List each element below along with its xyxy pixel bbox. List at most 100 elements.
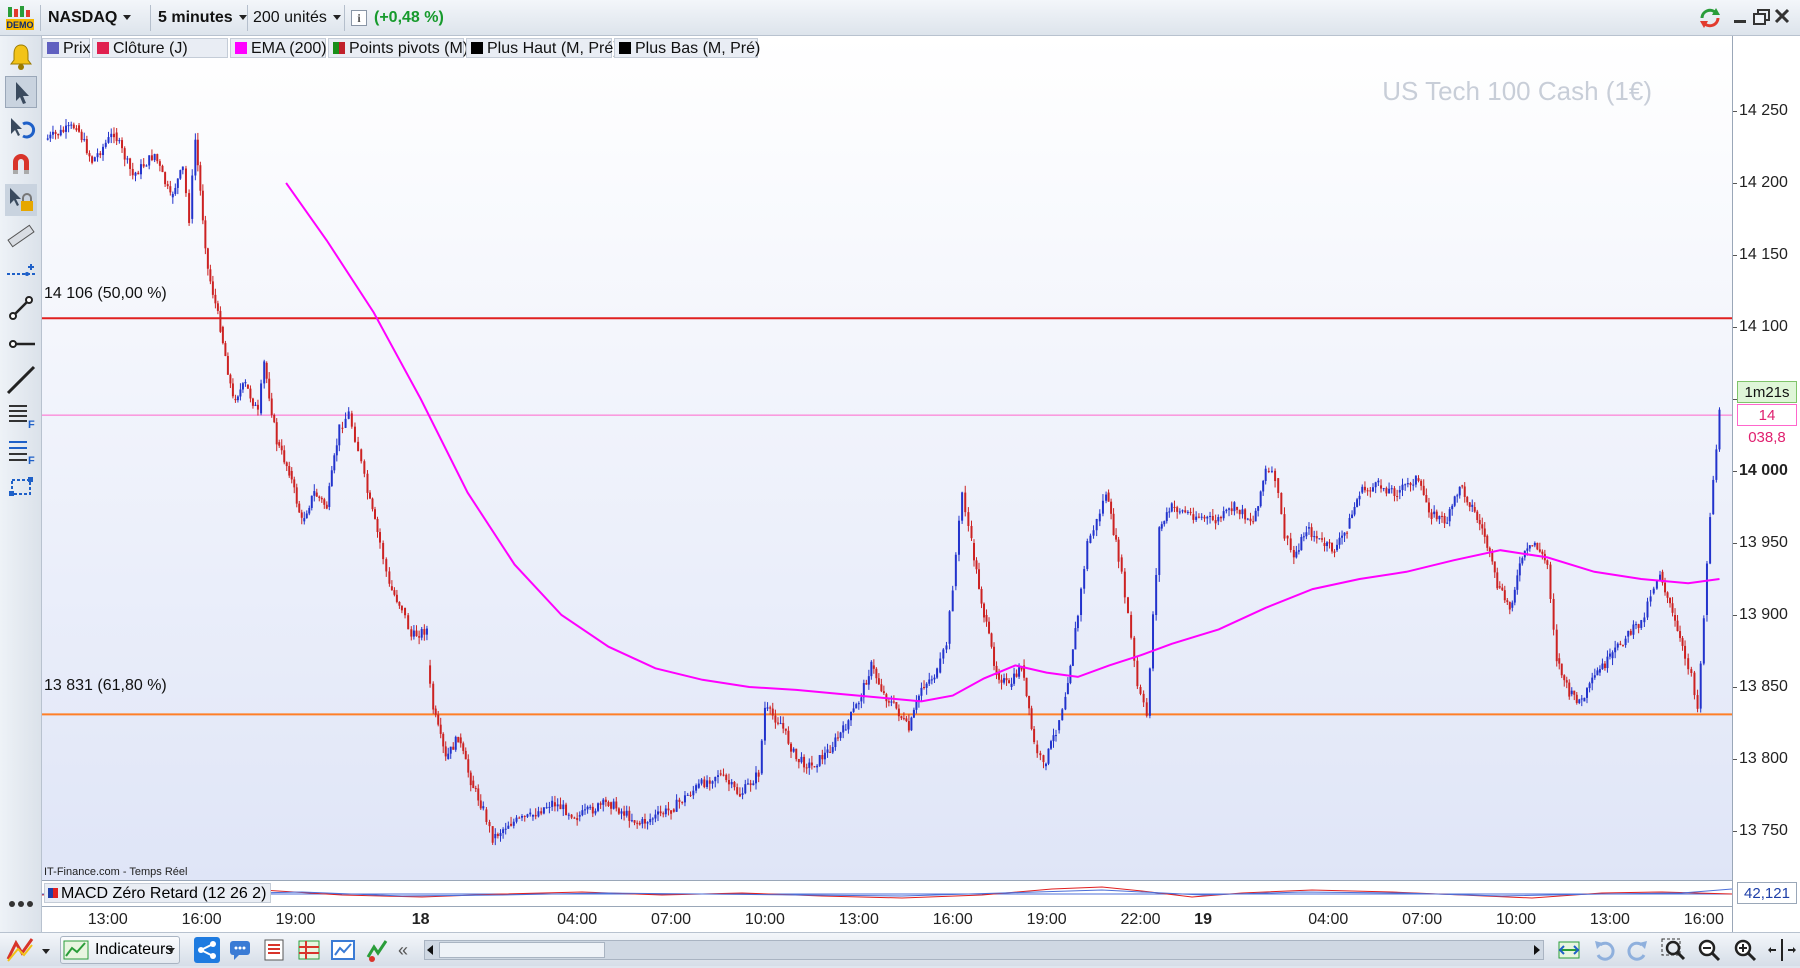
candle-body: [617, 808, 620, 814]
candle-body: [158, 161, 161, 166]
symbol-select[interactable]: NASDAQ: [48, 6, 132, 30]
legend-item-pivots[interactable]: Points pivots (M): [328, 38, 468, 58]
chevron-down-icon: [332, 15, 341, 21]
ray-tool-icon[interactable]: [5, 328, 37, 360]
price-tick-mark: [1733, 542, 1737, 544]
candle-body: [675, 799, 678, 812]
share-icon[interactable]: [194, 937, 220, 963]
trendline-tool-icon[interactable]: [5, 364, 37, 396]
chevron-down-icon[interactable]: [42, 949, 50, 954]
chat-icon[interactable]: [228, 937, 254, 963]
candle-body: [1049, 741, 1052, 749]
candle-body: [93, 157, 96, 162]
fibonacci-extension-icon[interactable]: F: [5, 436, 37, 468]
rectangle-tool-icon[interactable]: [5, 472, 37, 504]
candle-body: [1343, 532, 1346, 536]
zoom-out-icon[interactable]: [1696, 937, 1724, 963]
candle-body: [591, 806, 594, 814]
candle-body: [651, 818, 654, 820]
legend-item-month-high[interactable]: Plus Haut (M, Pré): [466, 38, 619, 58]
time-axis[interactable]: 13:00 16:00 19:00 18 04:00 07:00 10:00 13:00 16:…: [42, 906, 1732, 932]
backtest-icon[interactable]: [364, 937, 390, 963]
horizontal-line-tool-icon[interactable]: [5, 256, 37, 288]
lock-cursor-icon[interactable]: [5, 184, 37, 216]
candle-body: [1030, 708, 1033, 729]
more-tools-icon[interactable]: [5, 892, 37, 916]
units-select[interactable]: 200 unités: [253, 6, 341, 30]
candle-body: [507, 825, 510, 829]
time-scrollbar[interactable]: [424, 940, 1544, 960]
magnet-icon[interactable]: [5, 148, 37, 180]
legend-swatch: [333, 42, 345, 54]
candle-body: [1451, 505, 1454, 510]
scroll-left-icon[interactable]: [427, 945, 433, 955]
info-icon[interactable]: i: [351, 10, 367, 26]
legend-item-price[interactable]: Prix: [42, 38, 91, 58]
fit-chart-icon[interactable]: [1556, 937, 1582, 963]
timeframe-select[interactable]: 5 minutes: [158, 6, 247, 30]
candle-body: [1323, 542, 1326, 547]
split-view-icon[interactable]: [1768, 937, 1796, 963]
time-tick-label: 19:00: [275, 911, 316, 928]
candle-body: [1033, 728, 1036, 743]
price-chart-plot[interactable]: [42, 36, 1732, 880]
indicators-button[interactable]: Indicateurs: [60, 936, 180, 964]
legend-item-ema[interactable]: EMA (200): [230, 38, 327, 58]
candle-body: [288, 466, 291, 476]
candle-body: [907, 721, 910, 731]
candle-body: [320, 497, 323, 500]
macd-legend[interactable]: MACD Zéro Retard (12 26 2): [44, 883, 272, 903]
close-icon[interactable]: [1772, 6, 1792, 26]
candle-body: [330, 470, 333, 487]
redo-icon[interactable]: [1624, 937, 1650, 963]
sync-icon[interactable]: [1698, 6, 1722, 30]
candle-body: [755, 772, 758, 784]
candle-body: [1486, 535, 1489, 548]
zoom-in-icon[interactable]: [1732, 937, 1760, 963]
chart-window-icon[interactable]: [330, 937, 356, 963]
alert-bell-icon[interactable]: [5, 40, 37, 72]
minimize-icon[interactable]: [1732, 8, 1748, 24]
candle-body: [1669, 597, 1672, 604]
segment-tool-icon[interactable]: [5, 292, 37, 324]
time-tick-label: 16:00: [181, 911, 222, 928]
candle-body: [1074, 628, 1077, 650]
scroll-right-icon[interactable]: [1534, 945, 1540, 955]
legend-item-close[interactable]: Clôture (J): [92, 38, 228, 58]
candle-body: [196, 139, 199, 166]
scroll-start-icon[interactable]: «: [398, 941, 408, 959]
candle-body: [134, 172, 137, 176]
candle-body: [970, 525, 973, 539]
candle-body: [64, 125, 67, 132]
price-chart[interactable]: US Tech 100 Cash (1€) IT-Finance.com - T…: [42, 36, 1732, 880]
candle-body: [1443, 515, 1446, 524]
candle-body: [75, 128, 78, 131]
candle-body: [717, 775, 719, 777]
instrument-watermark: US Tech 100 Cash (1€): [1382, 76, 1652, 106]
price-axis[interactable]: 14 25014 20014 15014 10014 05014 00013 9…: [1732, 36, 1800, 932]
candle-body: [659, 811, 662, 814]
macd-panel[interactable]: MACD Zéro Retard (12 26 2): [42, 880, 1732, 906]
candle-body: [80, 131, 83, 141]
ruler-icon[interactable]: [5, 220, 37, 252]
scrollbar-thumb[interactable]: [439, 942, 605, 958]
fibonacci-retracement-icon[interactable]: F: [5, 400, 37, 432]
undo-cursor-icon[interactable]: [5, 112, 37, 144]
candle-body: [548, 806, 551, 808]
candle-body: [194, 139, 197, 176]
order-list-icon[interactable]: [262, 937, 288, 963]
chart-style-icon[interactable]: [6, 937, 34, 963]
candle-body: [1503, 590, 1506, 601]
zoom-box-icon[interactable]: [1660, 937, 1688, 963]
candle-body: [1409, 483, 1412, 486]
candle-body: [978, 569, 981, 589]
restore-icon[interactable]: [1752, 8, 1770, 25]
candle-body: [85, 139, 88, 154]
legend-item-month-low[interactable]: Plus Bas (M, Pré): [614, 38, 760, 58]
cursor-icon[interactable]: [5, 76, 37, 108]
candle-body: [188, 193, 191, 223]
candle-body: [664, 808, 667, 815]
undo-icon[interactable]: [1592, 937, 1618, 963]
positions-icon[interactable]: [296, 937, 322, 963]
candle-body: [895, 702, 898, 709]
